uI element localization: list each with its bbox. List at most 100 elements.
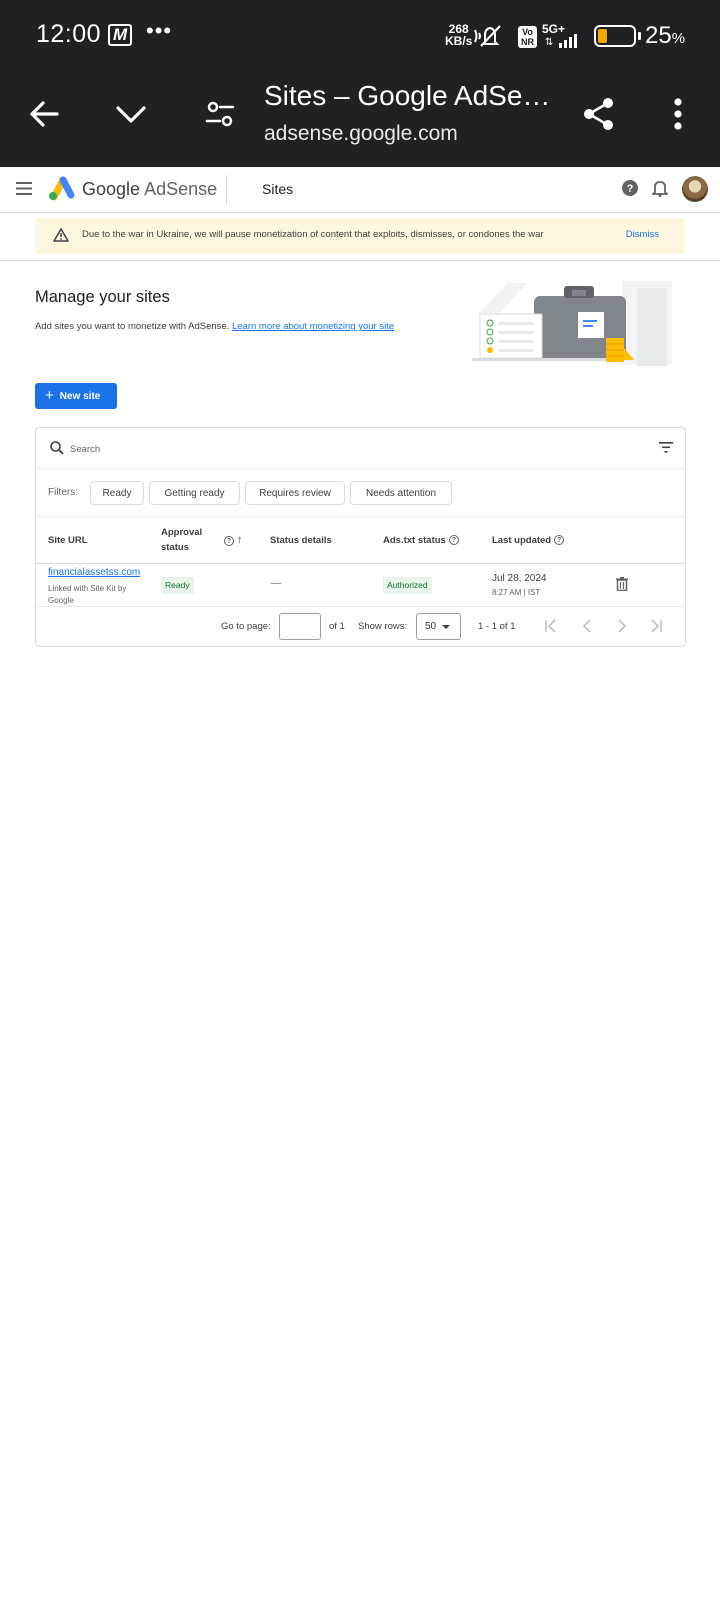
section-divider	[0, 260, 720, 261]
share-button[interactable]	[575, 90, 623, 138]
search-input[interactable]	[70, 440, 630, 458]
battery-percent-sign: %	[671, 30, 686, 47]
learn-more-link[interactable]: Learn more about monetizing your site	[232, 321, 394, 332]
sort-arrow-icon[interactable]: ↑	[237, 533, 243, 548]
filter-chip-getting-ready[interactable]: Getting ready	[149, 481, 240, 505]
filter-chip-needs-attention[interactable]: Needs attention	[350, 481, 452, 505]
signal-icon: ⇅	[545, 34, 577, 48]
column-last-updated-label: Last updated	[492, 535, 552, 546]
page-settings-button[interactable]	[196, 90, 244, 138]
table-header: Site URL Approval status ? ↑ Status deta…	[36, 517, 685, 564]
last-page-icon[interactable]	[649, 619, 663, 633]
volte-top: Vo	[522, 27, 533, 37]
page-title[interactable]: Sites – Google AdSe…	[264, 80, 550, 112]
last-updated-date: Jul 28, 2024	[492, 573, 547, 584]
header-divider	[226, 175, 227, 205]
filter-icon[interactable]	[659, 442, 673, 453]
rows-per-page-value: 50	[425, 621, 437, 632]
brand-product: AdSense	[144, 179, 218, 199]
collapse-button[interactable]	[107, 90, 155, 138]
new-site-label: New site	[59, 390, 101, 402]
plus-icon: +	[45, 387, 54, 404]
ads-txt-status-badge: Authorized	[383, 577, 432, 594]
status-details-value: —	[271, 578, 281, 589]
volte-bottom: NR	[521, 37, 534, 47]
help-icon[interactable]: ?	[621, 179, 639, 197]
battery-percent: 25%	[645, 22, 685, 50]
brand-name[interactable]: Google AdSense	[82, 179, 217, 200]
column-ads-txt-status[interactable]: Ads.txt status?	[383, 533, 459, 548]
approval-help-icon[interactable]: ?	[224, 536, 234, 546]
dismiss-button[interactable]: Dismiss	[626, 229, 659, 240]
battery-tip	[638, 32, 641, 40]
first-page-icon[interactable]	[544, 619, 558, 633]
battery-icon	[594, 25, 636, 47]
battery-percent-value: 25	[645, 22, 672, 49]
sites-table: Filters: Ready Getting ready Requires re…	[35, 427, 686, 647]
table-row: financialassetss.com Linked with Site Ki…	[36, 565, 685, 607]
rows-per-page-select[interactable]: 50	[416, 613, 461, 640]
url-bar[interactable]: adsense.google.com	[264, 122, 458, 146]
page-number-input[interactable]	[279, 613, 321, 640]
volte-icon: Vo NR	[518, 26, 537, 48]
last-updated-time: 8:27 AM | IST	[492, 588, 541, 597]
column-approval-line2: status	[161, 542, 189, 553]
column-status-details[interactable]: Status details	[270, 533, 332, 548]
new-site-button[interactable]: + New site	[35, 383, 117, 409]
network-speed-unit: KB/s	[445, 34, 473, 48]
carrier-badge-icon: M	[108, 24, 133, 46]
warning-icon	[53, 228, 69, 242]
more-options-button[interactable]	[654, 90, 702, 138]
app-header: Google AdSense Sites ?	[0, 167, 720, 213]
search-bar	[36, 428, 685, 469]
avatar[interactable]	[682, 176, 708, 202]
brand-google: Google	[82, 179, 141, 199]
svg-text:⇅: ⇅	[545, 37, 553, 48]
clock: 12:00	[36, 20, 102, 48]
site-kit-note: Linked with Site Kit by Google	[48, 584, 127, 605]
range-label: 1 - 1 of 1	[478, 621, 516, 632]
pagination: Go to page: of 1 Show rows: 50 1 - 1 of …	[36, 607, 685, 647]
approval-status-badge: Ready	[161, 577, 194, 594]
menu-icon[interactable]	[16, 182, 32, 195]
share-icon	[584, 98, 613, 130]
filters-label: Filters:	[48, 487, 78, 498]
column-approval-status[interactable]: Approval status	[161, 525, 202, 555]
bell-icon[interactable]	[652, 179, 668, 197]
ads-txt-help-icon[interactable]: ?	[448, 535, 459, 546]
battery-fill	[598, 29, 607, 43]
svg-text:?: ?	[627, 183, 634, 195]
manage-sites-description: Add sites you want to monetize with AdSe…	[35, 321, 394, 332]
status-bar: 12:00 M ••• 268 KB/s Vo NR 5G+ ⇅ 25%	[0, 0, 720, 72]
next-page-icon[interactable]	[615, 619, 629, 633]
wifi-calling-icon	[474, 25, 501, 47]
column-site-url[interactable]: Site URL	[48, 533, 88, 548]
column-approval-line1: Approval	[161, 527, 203, 538]
chevron-down-icon	[116, 106, 146, 123]
manage-sites-title: Manage your sites	[35, 288, 170, 306]
network-speed: 268 KB/s	[445, 23, 472, 47]
show-rows-label: Show rows:	[358, 621, 408, 632]
last-updated-help-icon[interactable]: ?	[554, 535, 565, 546]
column-last-updated[interactable]: Last updated?	[492, 533, 565, 548]
description-text: Add sites you want to monetize with AdSe…	[35, 321, 232, 332]
section-title: Sites	[262, 181, 294, 197]
notice-banner: Due to the war in Ukraine, we will pause…	[35, 218, 685, 254]
column-ads-txt-label: Ads.txt status	[383, 535, 446, 546]
filter-chip-requires-review[interactable]: Requires review	[245, 481, 345, 505]
delete-icon[interactable]	[616, 577, 628, 591]
filter-chip-ready[interactable]: Ready	[90, 481, 144, 505]
sites-illustration	[472, 281, 672, 366]
adsense-logo-icon[interactable]	[48, 175, 76, 201]
previous-page-icon[interactable]	[580, 619, 594, 633]
site-url-link[interactable]: financialassetss.com	[48, 567, 140, 578]
go-to-page-label: Go to page:	[221, 621, 271, 632]
search-icon	[50, 441, 64, 455]
back-button[interactable]	[20, 90, 68, 138]
page-count: of 1	[329, 621, 345, 632]
banner-message: Due to the war in Ukraine, we will pause…	[82, 229, 544, 240]
page-settings-icon	[205, 101, 235, 127]
browser-toolbar: Sites – Google AdSe… adsense.google.com	[0, 72, 720, 167]
back-arrow-icon	[30, 101, 59, 127]
more-notifications-icon: •••	[146, 18, 173, 43]
